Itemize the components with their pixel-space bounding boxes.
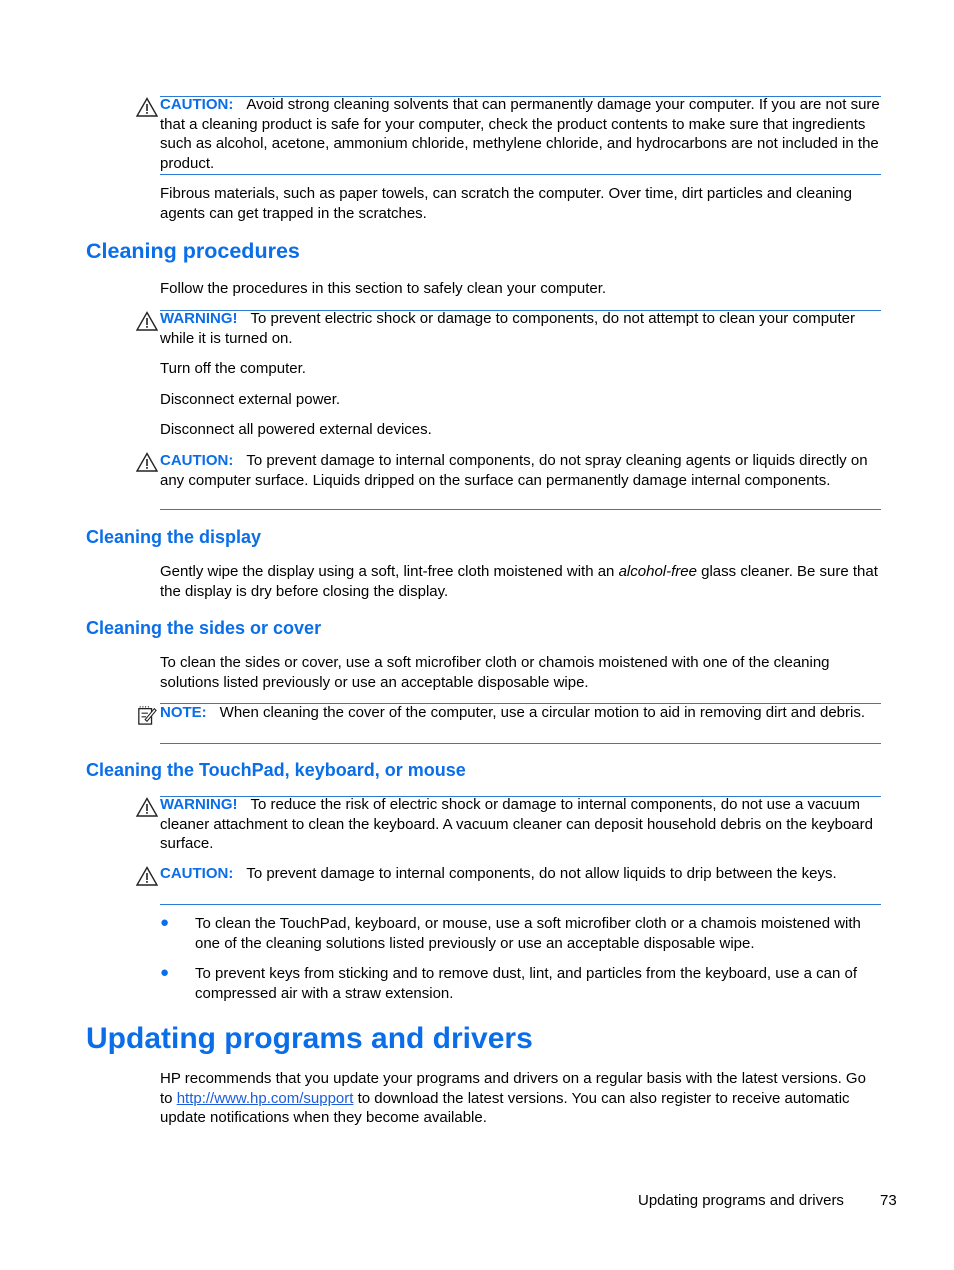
step-1: Turn off the computer. <box>160 360 306 377</box>
warning-triangle-icon <box>136 311 158 331</box>
procedures-intro: Follow the procedures in this section to… <box>160 280 607 297</box>
bullet-icon: ● <box>160 914 170 931</box>
caution-notice: CAUTION: To prevent damage to internal co… <box>160 452 868 489</box>
heading-updating-programs: Updating programs and drivers <box>86 1022 533 1055</box>
warning-label: WARNING! <box>160 796 238 813</box>
footer-section-title: Updating programs and drivers <box>638 1192 844 1209</box>
fibrous-paragraph: Fibrous materials, such as paper towels,… <box>160 185 852 222</box>
heading-cleaning-display: Cleaning the display <box>86 527 262 547</box>
heading-cleaning-sides: Cleaning the sides or cover <box>86 618 322 638</box>
warning-triangle-icon <box>136 797 158 817</box>
warning-notice: WARNING! To reduce the risk of electric s… <box>160 796 873 852</box>
bullet-icon: ● <box>160 964 170 981</box>
note-bottom-rule <box>160 743 881 744</box>
step-3: Disconnect all powered external devices. <box>160 421 432 438</box>
step-2: Disconnect external power. <box>160 391 341 408</box>
caution-label: CAUTION: <box>160 96 234 113</box>
heading-cleaning-touchpad: Cleaning the TouchPad, keyboard, or mous… <box>86 760 466 780</box>
caution-bottom-rule <box>160 174 881 175</box>
updating-paragraph: HP recommends that you update your progr… <box>160 1070 866 1126</box>
display-paragraph: Gently wipe the display using a soft, li… <box>160 563 878 600</box>
caution-bottom-rule <box>160 904 881 905</box>
note-pencil-icon <box>138 706 157 725</box>
caution-label: CAUTION: <box>160 452 234 469</box>
caution-notice: CAUTION: To prevent damage to internal co… <box>160 865 837 882</box>
page-number: 73 <box>880 1192 897 1209</box>
caution-bottom-rule <box>160 509 881 510</box>
warning-notice: WARNING! To prevent electric shock or dam… <box>160 310 855 347</box>
note-label: NOTE: <box>160 704 207 721</box>
warning-label: WARNING! <box>160 310 238 327</box>
list-item: To prevent keys from sticking and to rem… <box>195 965 857 1002</box>
warning-triangle-icon <box>136 97 158 117</box>
list-item: To clean the TouchPad, keyboard, or mous… <box>195 915 861 952</box>
hp-support-link[interactable]: http://www.hp.com/support <box>177 1090 354 1107</box>
note-notice: NOTE: When cleaning the cover of the comp… <box>160 704 866 721</box>
warning-triangle-icon <box>136 452 158 472</box>
heading-cleaning-procedures: Cleaning procedures <box>86 239 300 263</box>
sides-paragraph: To clean the sides or cover, use a soft … <box>160 654 830 691</box>
caution-notice: CAUTION: Avoid strong cleaning solvents t… <box>160 96 880 172</box>
caution-label: CAUTION: <box>160 865 234 882</box>
warning-triangle-icon <box>136 866 158 886</box>
